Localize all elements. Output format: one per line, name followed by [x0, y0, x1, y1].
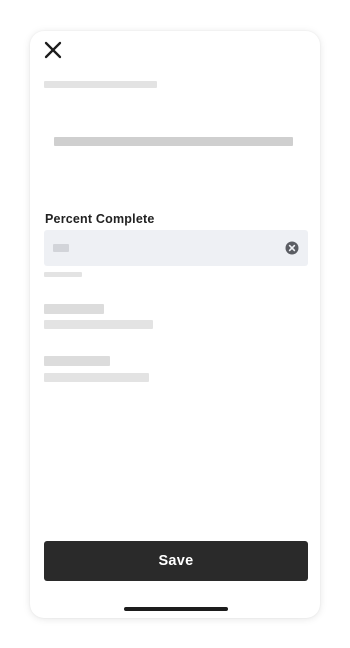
edit-modal: Percent Complete Save [30, 31, 320, 618]
detail-label-placeholder-2 [44, 356, 110, 366]
home-indicator [124, 607, 228, 611]
close-icon [44, 41, 62, 59]
detail-label-placeholder-1 [44, 304, 104, 314]
detail-value-placeholder-1 [44, 320, 153, 329]
clear-input-button[interactable] [285, 241, 299, 255]
input-value-placeholder [53, 244, 69, 252]
percent-complete-label: Percent Complete [45, 212, 155, 226]
detail-value-placeholder-2 [44, 373, 149, 382]
description-placeholder [54, 137, 293, 146]
percent-complete-field[interactable] [44, 230, 308, 266]
helper-text-placeholder [44, 272, 82, 277]
percent-complete-input[interactable] [44, 230, 273, 266]
save-button[interactable]: Save [44, 541, 308, 581]
clear-circle-icon [285, 241, 299, 255]
close-button[interactable] [42, 39, 64, 61]
title-placeholder [44, 81, 157, 88]
